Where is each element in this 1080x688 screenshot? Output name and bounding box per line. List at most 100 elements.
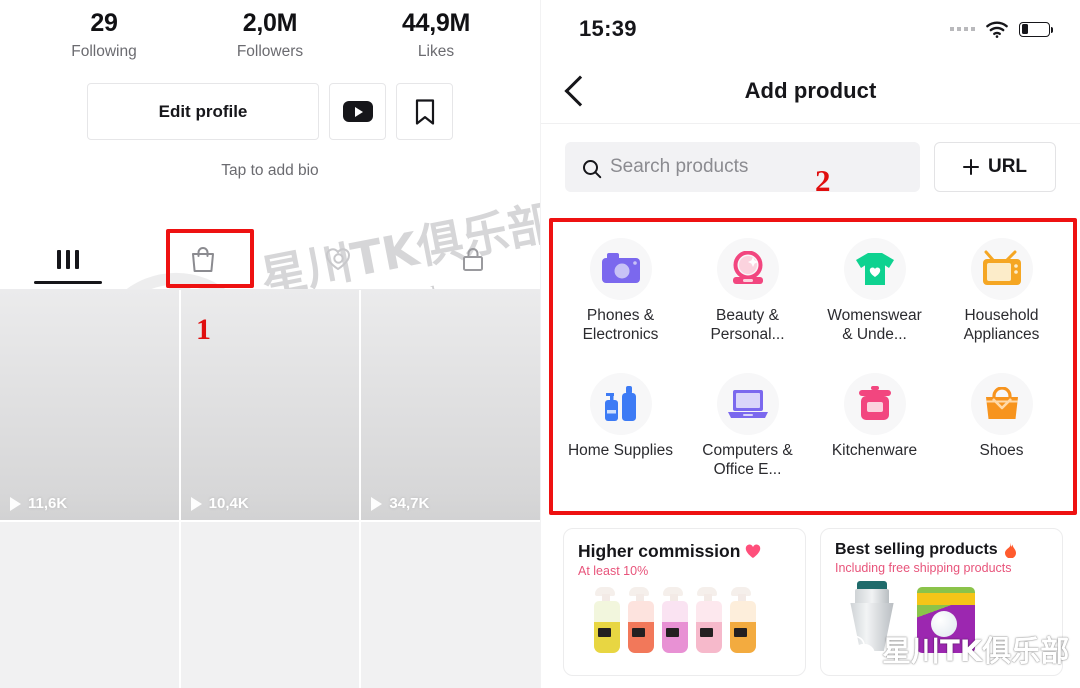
category-shoes[interactable]: Shoes <box>938 369 1065 504</box>
video-play-count: 11,6K <box>10 495 67 512</box>
profile-actions: Edit profile <box>0 83 540 140</box>
search-icon <box>583 159 598 175</box>
stat-value: 44,9M <box>402 9 470 37</box>
youtube-play-icon <box>342 101 373 122</box>
category-label: Beauty & Personal... <box>710 307 785 343</box>
search-placeholder: Search products <box>610 156 749 177</box>
video-play-count: 10,4K <box>190 495 249 512</box>
category-label: Womenswear & Unde... <box>827 307 922 343</box>
category-label: Shoes <box>979 442 1024 459</box>
category-computers-office[interactable]: Computers & Office E... <box>684 369 811 504</box>
product-detergent-pack <box>917 587 975 653</box>
stat-value: 29 <box>90 9 118 37</box>
tiktok-profile-panel: 29 Following 2,0M Followers 44,9M Likes … <box>0 0 540 688</box>
grid-icon <box>56 249 79 269</box>
product-bottle <box>660 587 690 653</box>
product-bottle <box>728 587 758 653</box>
promo-product-images <box>835 581 1048 653</box>
add-url-button[interactable]: URL <box>934 142 1056 192</box>
category-label: Phones & Electronics <box>582 307 659 343</box>
category-label: Kitchenware <box>831 442 918 459</box>
fire-icon <box>1004 542 1016 558</box>
stat-label: Likes <box>417 43 455 60</box>
promo-product-images <box>578 587 791 653</box>
search-input[interactable]: Search products <box>565 142 920 192</box>
edit-profile-button[interactable]: Edit profile <box>87 83 319 140</box>
video-thumbnail[interactable] <box>0 522 179 688</box>
promo-title: Higher commission <box>578 541 741 561</box>
lock-icon <box>462 248 483 271</box>
handbag-icon <box>985 387 1018 419</box>
add-product-panel: 15:39 Add product Search products URL 2 … <box>540 0 1080 688</box>
annotation-box-1 <box>166 229 254 288</box>
product-blender <box>841 581 903 653</box>
promo-card-best-selling[interactable]: Best selling products Including free shi… <box>820 528 1063 676</box>
play-count-label: 11,6K <box>28 495 68 512</box>
category-beauty-personal[interactable]: Beauty & Personal... <box>684 234 811 369</box>
url-button-label: URL <box>987 156 1028 177</box>
television-icon <box>982 250 1021 285</box>
category-label: Household Appliances <box>963 307 1040 343</box>
nav-bar: Add product <box>541 58 1080 124</box>
video-grid: 11,6K 10,4K 34,7K <box>0 290 540 688</box>
play-icon <box>10 496 21 511</box>
cooking-pot-icon <box>858 386 891 420</box>
video-thumbnail[interactable]: 34,7K <box>361 290 540 520</box>
profile-tab-bar <box>0 228 540 290</box>
status-bar: 15:39 <box>541 0 1080 58</box>
compact-mirror-icon <box>732 251 763 284</box>
video-thumbnail[interactable] <box>180 522 360 688</box>
laptop-icon <box>727 390 768 418</box>
status-indicators <box>950 21 1053 38</box>
wifi-icon <box>986 21 1008 38</box>
video-thumbnail[interactable]: 11,6K <box>0 290 179 520</box>
promo-subtitle: Including free shipping products <box>835 561 1012 575</box>
signal-dots-icon <box>950 27 975 31</box>
promo-title-row: Best selling products <box>835 541 1048 559</box>
category-phones-electronics[interactable]: Phones & Electronics <box>557 234 684 369</box>
profile-stats: 29 Following 2,0M Followers 44,9M Likes <box>0 0 540 63</box>
heart-icon <box>325 248 350 271</box>
heart-icon <box>746 544 761 558</box>
annotation-number-2: 2 <box>815 163 831 198</box>
product-bottle <box>592 587 622 653</box>
tab-videos[interactable] <box>0 228 135 290</box>
category-womenswear-underwear[interactable]: Womenswear & Unde... <box>811 234 938 369</box>
promo-cards-row: Higher commission At least 10% Best sell… <box>563 528 1063 676</box>
bookmark-button[interactable] <box>396 83 453 140</box>
promo-title-row: Higher commission <box>578 541 791 562</box>
bottles-icon <box>604 386 636 421</box>
stat-value: 2,0M <box>242 9 298 37</box>
play-icon <box>371 496 383 511</box>
youtube-link-button[interactable] <box>329 83 386 140</box>
camera-icon <box>601 253 640 283</box>
category-home-supplies[interactable]: Home Supplies <box>557 369 684 504</box>
stat-following[interactable]: 29 Following <box>49 8 159 63</box>
stat-followers[interactable]: 2,0M Followers <box>215 8 325 63</box>
bio-placeholder[interactable]: Tap to add bio <box>0 162 540 180</box>
product-bottle <box>626 587 656 653</box>
category-grid: Phones & Electronics Beauty & Personal..… <box>551 222 1071 510</box>
annotation-number-1: 1 <box>196 313 211 346</box>
play-icon <box>190 496 202 511</box>
plus-icon <box>962 159 979 175</box>
search-row: Search products URL <box>541 124 1080 206</box>
status-time: 15:39 <box>579 16 637 41</box>
category-household-appliances[interactable]: Household Appliances <box>938 234 1065 369</box>
category-kitchenware[interactable]: Kitchenware <box>811 369 938 504</box>
stat-likes[interactable]: 44,9M Likes <box>381 8 491 63</box>
tshirt-icon <box>855 253 894 285</box>
play-count-label: 10,4K <box>208 495 249 512</box>
bookmark-icon <box>415 98 434 125</box>
screenshot-root: 29 Following 2,0M Followers 44,9M Likes … <box>0 0 1080 688</box>
video-thumbnail[interactable] <box>361 522 540 688</box>
tab-private[interactable] <box>405 228 540 290</box>
product-bottle <box>694 587 724 653</box>
tab-liked[interactable] <box>270 228 405 290</box>
video-play-count: 34,7K <box>371 495 429 512</box>
promo-card-higher-commission[interactable]: Higher commission At least 10% <box>563 528 806 676</box>
promo-subtitle: At least 10% <box>578 564 649 578</box>
page-title: Add product <box>744 77 877 103</box>
active-tab-underline <box>33 281 102 284</box>
battery-low-icon <box>1019 21 1053 37</box>
